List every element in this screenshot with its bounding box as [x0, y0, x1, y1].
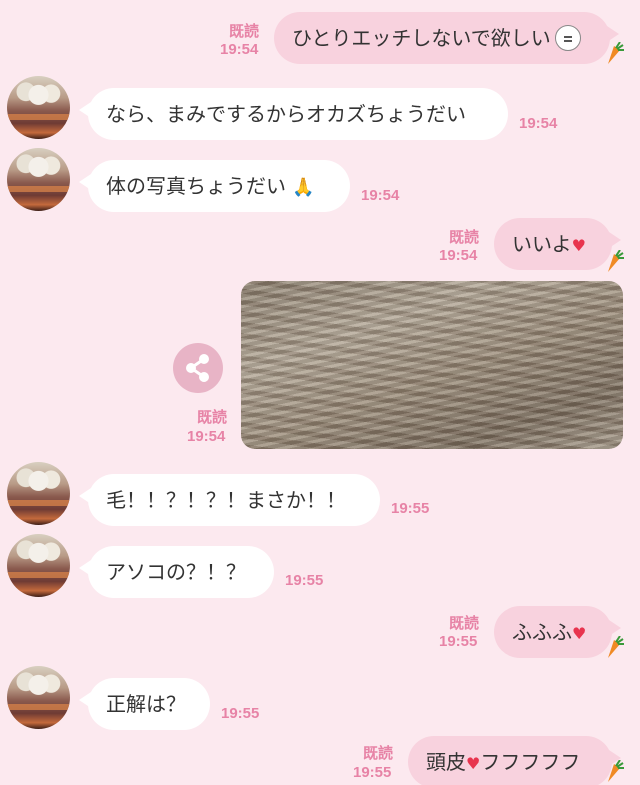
read-receipt: 既読: [449, 229, 480, 246]
message-text: ふふふ: [512, 620, 572, 644]
carrot-icon: [608, 250, 624, 272]
rabbit-face-icon: [554, 24, 581, 51]
timestamp: 19:54: [361, 187, 400, 204]
message-text: 毛！！？！？！まさか！！: [106, 488, 346, 512]
photo-attachment[interactable]: [241, 281, 623, 449]
message-bubble[interactable]: 体の写真ちょうだい 🙏: [79, 160, 350, 212]
carrot-icon: [608, 636, 624, 658]
timestamp: 19:55: [439, 633, 478, 650]
message-bubble[interactable]: ふふふ♥: [494, 606, 621, 658]
timestamp: 19:54: [439, 247, 478, 264]
timestamp: 19:55: [391, 500, 430, 517]
read-receipt: 既読: [229, 23, 260, 40]
avatar[interactable]: [7, 666, 70, 729]
avatar[interactable]: [7, 76, 70, 139]
carrot-icon: [608, 42, 624, 64]
heart-icon: ♥: [572, 624, 587, 643]
heart-icon: ♥: [571, 236, 586, 255]
share-icon: [186, 354, 209, 382]
message-bubble[interactable]: 正解は？: [79, 678, 210, 730]
message-text: 正解は？: [106, 692, 186, 716]
avatar[interactable]: [7, 534, 70, 597]
message-bubble[interactable]: ひとりエッチしないで欲しい: [274, 12, 619, 64]
message-text: 体の写真ちょうだい: [106, 174, 286, 198]
timestamp: 19:54: [220, 41, 259, 58]
read-receipt: 既読: [363, 745, 394, 762]
avatar[interactable]: [7, 148, 70, 211]
timestamp: 19:55: [353, 764, 392, 781]
avatar[interactable]: [7, 462, 70, 525]
message-text: フフフフフ: [480, 750, 581, 774]
heart-icon: ♥: [466, 754, 481, 773]
message-bubble[interactable]: いいよ♥: [494, 218, 621, 270]
message-text: いいよ: [512, 232, 572, 256]
timestamp: 19:55: [285, 572, 324, 589]
praying-hands-icon: 🙏: [292, 177, 315, 198]
message-text: ひとりエッチしないで欲しい: [292, 26, 551, 50]
message-bubble[interactable]: なら、まみでするからオカズちょうだい: [79, 88, 508, 140]
carrot-icon: [608, 760, 624, 782]
read-receipt: 既読: [197, 409, 228, 426]
timestamp: 19:55: [221, 705, 260, 722]
message-text: なら、まみでするからオカズちょうだい: [106, 102, 466, 126]
timestamp: 19:54: [519, 115, 558, 132]
message-text: 頭皮: [426, 750, 466, 774]
timestamp: 19:54: [187, 428, 226, 445]
message-bubble[interactable]: アソコの？！？: [79, 546, 274, 598]
message-bubble[interactable]: 頭皮♥フフフフフ: [408, 736, 621, 785]
message-text: アソコの？！？: [106, 560, 246, 584]
message-bubble[interactable]: 毛！！？！？！まさか！！: [79, 474, 380, 526]
share-button[interactable]: [173, 343, 223, 393]
read-receipt: 既読: [449, 615, 480, 632]
